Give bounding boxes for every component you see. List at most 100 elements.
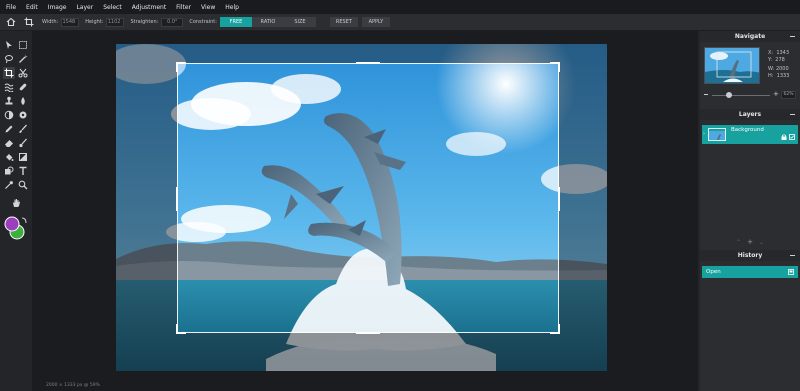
zoom-slider-track[interactable] xyxy=(712,95,770,96)
menu-edit[interactable]: Edit xyxy=(26,4,38,11)
menu-select[interactable]: Select xyxy=(103,4,122,11)
reset-button[interactable]: RESET xyxy=(329,17,358,27)
blur-tool-icon[interactable] xyxy=(17,95,29,107)
apply-button[interactable]: APPLY xyxy=(361,17,390,27)
navigate-title: Navigate xyxy=(734,33,766,40)
crop-handle-top[interactable] xyxy=(356,62,380,64)
height-label: Height: xyxy=(85,19,104,25)
constraint-label: Constraint: xyxy=(189,19,217,25)
marquee-tool-icon[interactable] xyxy=(17,39,29,51)
crop-handle-top-left-v[interactable] xyxy=(176,62,178,72)
healing-brush-tool-icon[interactable] xyxy=(17,81,29,93)
history-item-label: Open xyxy=(706,269,721,275)
layer-actions: ⌃ + ⌄ xyxy=(700,239,800,247)
eraser-tool-icon[interactable] xyxy=(3,137,15,149)
h-label: H: xyxy=(768,73,774,79)
constraint-size-button[interactable]: SIZE xyxy=(283,17,316,27)
menu-adjustment[interactable]: Adjustment xyxy=(132,4,166,11)
w-label: W: xyxy=(768,66,775,72)
zoom-row: + 62% xyxy=(704,90,796,102)
menu-bar: File Edit Image Layer Select Adjustment … xyxy=(0,0,800,14)
history-panel: History Open xyxy=(700,250,800,391)
navigator-thumbnail[interactable] xyxy=(704,47,760,84)
crop-handle-top-right-v[interactable] xyxy=(558,62,560,72)
layer-visibility-icon[interactable]: › xyxy=(703,131,705,137)
straighten-label: Straighten: xyxy=(130,19,159,25)
crop-handle-left[interactable] xyxy=(176,187,178,211)
height-input[interactable]: 1102 xyxy=(106,17,125,27)
menu-layer[interactable]: Layer xyxy=(76,4,93,11)
history-title: History xyxy=(737,252,763,259)
history-snapshot-icon[interactable] xyxy=(788,269,794,275)
foreground-color-swatch[interactable] xyxy=(4,216,20,232)
bucket-tool-icon[interactable] xyxy=(3,151,15,163)
width-input[interactable]: 1548 xyxy=(61,17,80,27)
swap-colors-icon[interactable] xyxy=(21,217,27,224)
add-layer-icon[interactable]: + xyxy=(747,239,753,247)
navigate-panel: Navigate X: 1343 Y: 278 W: 2000 H: 1333 … xyxy=(700,31,800,109)
collapse-icon[interactable] xyxy=(790,36,795,37)
gradient-tool-icon[interactable] xyxy=(17,151,29,163)
crop-tool-icon[interactable] xyxy=(3,67,15,79)
visibility-checkbox-icon[interactable] xyxy=(789,134,795,140)
crop-selection-box[interactable] xyxy=(176,62,560,334)
sponge-tool-icon[interactable] xyxy=(17,109,29,121)
crop-handle-bottom[interactable] xyxy=(356,332,380,334)
zoom-slider-knob[interactable] xyxy=(726,92,733,98)
pencil-tool-icon[interactable] xyxy=(3,123,15,135)
collapse-icon[interactable] xyxy=(790,114,795,115)
shape-tool-icon[interactable] xyxy=(3,165,15,177)
x-value: 1343 xyxy=(776,50,790,56)
menu-file[interactable]: File xyxy=(6,4,16,11)
image-size-status: 2000 × 1333 px @ 59% xyxy=(46,383,100,388)
zoom-tool-icon[interactable] xyxy=(17,179,29,191)
collapse-icon[interactable] xyxy=(790,255,795,256)
crop-handle-bottom-right-v[interactable] xyxy=(558,324,560,334)
menu-filter[interactable]: Filter xyxy=(176,4,191,11)
move-tool-icon[interactable] xyxy=(3,39,15,51)
text-tool-icon[interactable] xyxy=(17,165,29,177)
constraint-free-button[interactable]: FREE xyxy=(219,17,252,27)
layers-header: Layers xyxy=(700,109,800,120)
straighten-select[interactable]: 0.0° xyxy=(161,17,184,27)
color-swatches[interactable] xyxy=(3,215,29,241)
x-label: X: xyxy=(768,50,774,56)
brush-tool-icon[interactable] xyxy=(17,123,29,135)
lock-icon[interactable] xyxy=(781,134,787,140)
eyedropper-tool-icon[interactable] xyxy=(3,179,15,191)
history-item-open[interactable]: Open xyxy=(702,266,798,278)
history-header: History xyxy=(700,250,800,261)
home-icon[interactable] xyxy=(6,17,16,27)
menu-view[interactable]: View xyxy=(201,4,215,11)
dodge-tool-icon[interactable] xyxy=(3,109,15,121)
liquify-tool-icon[interactable] xyxy=(3,81,15,93)
zoom-out-icon[interactable] xyxy=(704,94,708,95)
width-label: Width: xyxy=(42,19,59,25)
status-bar: 2000 × 1333 px @ 59% xyxy=(32,382,698,391)
menu-image[interactable]: Image xyxy=(48,4,67,11)
move-layer-down-icon[interactable]: ⌄ xyxy=(759,239,764,247)
magic-wand-tool-icon[interactable] xyxy=(17,53,29,65)
y-value: 278 xyxy=(775,57,785,63)
layer-row-background[interactable]: › Background xyxy=(702,125,798,144)
stamp-tool-icon[interactable] xyxy=(3,95,15,107)
move-layer-up-icon[interactable]: ⌃ xyxy=(736,239,741,247)
crop-handle-bottom-left-v[interactable] xyxy=(176,324,178,334)
layers-panel: Layers › Background ⌃ + ⌄ xyxy=(700,109,800,250)
layer-thumbnail xyxy=(708,128,726,141)
constraint-ratio-button[interactable]: RATIO xyxy=(251,17,284,27)
w-value: 2000 xyxy=(775,66,789,72)
layer-name: Background xyxy=(731,127,764,133)
cut-tool-icon[interactable] xyxy=(17,67,29,79)
h-value: 1333 xyxy=(776,73,790,79)
zoom-in-icon[interactable]: + xyxy=(773,90,779,98)
zoom-percent-field[interactable]: 62% xyxy=(781,91,796,99)
menu-help[interactable]: Help xyxy=(225,4,239,11)
canvas-area[interactable] xyxy=(32,31,698,382)
hand-tool-icon[interactable] xyxy=(10,197,22,209)
photo-editor-app: File Edit Image Layer Select Adjustment … xyxy=(0,0,800,391)
crop-options-bar: Width: 1548 Height: 1102 Straighten: 0.0… xyxy=(0,14,800,31)
lasso-tool-icon[interactable] xyxy=(3,53,15,65)
color-replace-tool-icon[interactable] xyxy=(17,137,29,149)
crop-handle-right[interactable] xyxy=(558,187,560,211)
